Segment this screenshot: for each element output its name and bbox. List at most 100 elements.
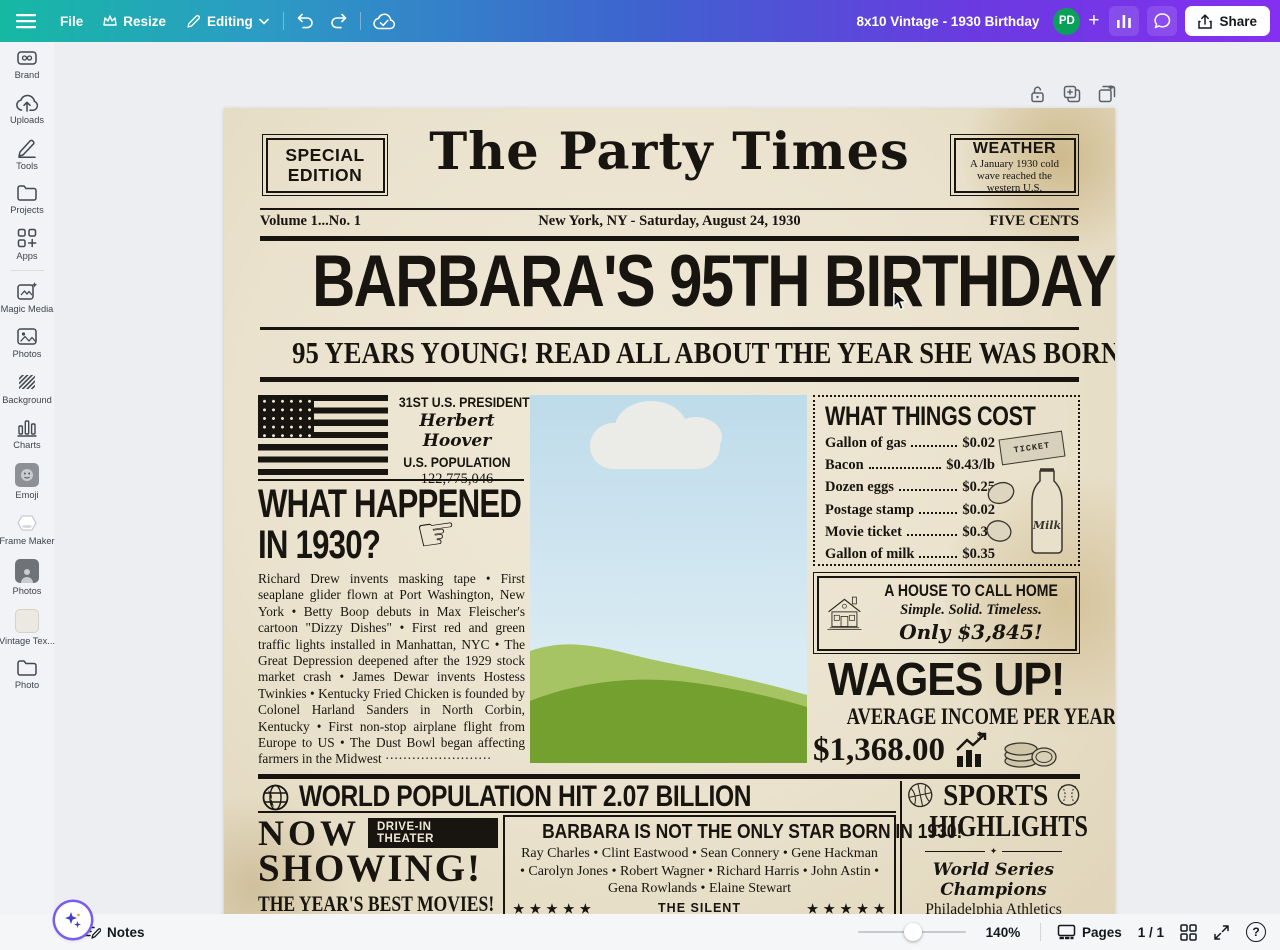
stars-born-box[interactable]: BARBARA IS NOT THE ONLY STAR BORN IN 193… [503,815,896,917]
design-title[interactable]: 8x10 Vintage - 1930 Birthday [857,14,1040,29]
sidebar-item-magic-media[interactable]: Magic Media [0,274,54,320]
design-canvas-page[interactable]: SPECIAL EDITION The Party Times WEATHER … [224,108,1115,917]
sidebar-item-photos-thumb[interactable]: Photos [0,552,54,602]
growth-chart-icon: $ [953,730,993,770]
zoom-level[interactable]: 140% [982,925,1024,940]
hills-shape [530,623,807,763]
sidebar-item-emoji[interactable]: Emoji [0,456,54,506]
stars-title: BARBARA IS NOT THE ONLY STAR BORN IN 193… [505,820,894,844]
redo-button[interactable] [322,0,356,42]
assistant-button[interactable] [55,902,91,938]
cloud-shape [670,417,722,457]
resize-button[interactable]: Resize [93,0,176,42]
zoom-slider[interactable] [858,931,966,933]
house-title: A HOUSE TO CALL HOME [869,582,1073,601]
us-flag-illustration[interactable] [258,395,388,475]
cost-row: Movie ticket$0.35 [825,524,995,541]
dateline[interactable]: New York, NY - Saturday, August 24, 1930 [480,213,859,230]
bar-chart-icon [1116,14,1132,28]
info-row: Volume 1...No. 1 New York, NY - Saturday… [260,213,1079,230]
world-population-row[interactable]: WORLD POPULATION HIT 2.07 BILLION [262,780,894,814]
president-label: 31ST U.S. PRESIDENT [390,394,524,410]
president-block[interactable]: 31ST U.S. PRESIDENT Herbert Hoover U.S. … [390,394,524,488]
duplicate-page-icon[interactable] [1063,85,1081,103]
add-page-icon[interactable] [1098,85,1116,103]
sidebar-label: Brand [15,70,40,80]
sidebar-item-uploads[interactable]: Uploads [0,86,54,131]
add-member-button[interactable]: + [1086,0,1109,42]
placeholder-landscape-image[interactable] [530,395,807,763]
sidebar-label: Background [2,395,52,405]
sidebar-label: Charts [13,440,40,450]
price-label[interactable]: FIVE CENTS [859,213,1079,230]
house-price: Only $3,845! [869,620,1073,644]
hamburger-icon [16,13,36,29]
rule [260,208,1079,210]
wages-amount-row[interactable]: $1,368.00 $ [813,730,1080,770]
sidebar-label: Apps [16,251,37,261]
lock-icon[interactable] [1030,85,1045,103]
wages-subtitle[interactable]: AVERAGE INCOME PER YEAR [813,704,1080,730]
now-showing-block[interactable]: NOW DRIVE-IN THEATER SHOWING! THE YEAR'S… [258,815,498,917]
charts-icon [16,418,38,437]
sports-word: SPORTS [936,778,1056,812]
subheadline[interactable]: 95 YEARS YOUNG! READ ALL ABOUT THE YEAR … [224,329,1115,375]
folder-icon [16,659,38,677]
cloud-save-status[interactable] [365,0,403,42]
main-menu-button[interactable] [0,0,50,42]
thick-rule [260,377,1079,382]
insights-button[interactable] [1109,6,1139,36]
resize-label: Resize [123,14,166,29]
sidebar-label: Frame Maker [0,536,55,546]
population-label: U.S. POPULATION [390,454,524,470]
pages-button[interactable]: Pages [1057,924,1122,940]
editing-mode-dropdown[interactable]: Editing [176,0,279,42]
file-menu[interactable]: File [50,0,93,42]
vintage-texture-thumbnail [15,609,39,633]
sidebar-item-vintage-texture[interactable]: Vintage Tex... [0,602,54,652]
sidebar-item-projects[interactable]: Projects [0,177,54,221]
sidebar-item-brand[interactable]: Brand [0,42,54,86]
avatar[interactable]: PD [1053,8,1080,35]
wages-title[interactable]: WAGES UP! [813,656,1080,702]
sidebar-item-apps[interactable]: Apps [0,221,54,267]
sidebar-item-background[interactable]: Background [0,365,54,411]
grid-view-icon[interactable] [1180,924,1197,941]
cost-row: Dozen eggs$0.25 [825,479,995,496]
weather-title: WEATHER [951,140,1078,158]
volume-label[interactable]: Volume 1...No. 1 [260,213,480,230]
globe-icon [262,784,289,811]
house-illustration [824,581,865,645]
house-box[interactable]: A HOUSE TO CALL HOME Simple. Solid. Time… [813,572,1080,654]
sidebar-item-frame-maker[interactable]: Frame Maker [0,506,54,552]
comments-button[interactable] [1147,6,1177,36]
sidebar-item-charts[interactable]: Charts [0,411,54,456]
highlights-word: HIGHLIGHTS [907,810,1080,842]
cloud-check-icon [373,13,395,30]
sparkle-icon [63,910,83,930]
statusbar-divider [1040,923,1041,941]
sports-highlights-block[interactable]: SPORTS HIGHLIGHTS ✦ World Series Champio… [907,778,1080,917]
masthead-title: The Party Times [429,122,910,182]
fullscreen-icon[interactable] [1213,924,1230,941]
ticket-illustration: TICKET [999,431,1066,466]
what-things-cost-box[interactable]: WHAT THINGS COST $ Gallon of gas$0.02 Ba… [813,395,1080,566]
share-button[interactable]: Share [1185,6,1270,36]
zoom-slider-thumb[interactable] [904,923,922,941]
sidebar-item-tools[interactable]: Tools [0,131,54,177]
sidebar-item-photo-folder[interactable]: Photo [0,652,54,696]
headline[interactable]: BARBARA'S 95TH BIRTHDAY [224,238,1115,324]
headline-text: BARBARA'S 95TH BIRTHDAY [312,238,1114,326]
pages-label: Pages [1082,925,1122,940]
undo-button[interactable] [288,0,322,42]
undo-icon [296,13,314,29]
help-button[interactable]: ? [1246,922,1266,942]
notes-button[interactable]: Notes [84,925,145,940]
events-1930-text[interactable]: Richard Drew invents masking tape • Firs… [258,571,525,768]
weather-box[interactable]: WEATHER A January 1930 cold wave reached… [950,134,1079,196]
emoji-thumbnail [15,463,39,487]
svg-text:Milk: Milk [1032,519,1062,532]
background-pattern-icon [16,372,38,392]
wages-amount: $1,368.00 [813,732,945,769]
sidebar-item-photos[interactable]: Photos [0,320,54,365]
